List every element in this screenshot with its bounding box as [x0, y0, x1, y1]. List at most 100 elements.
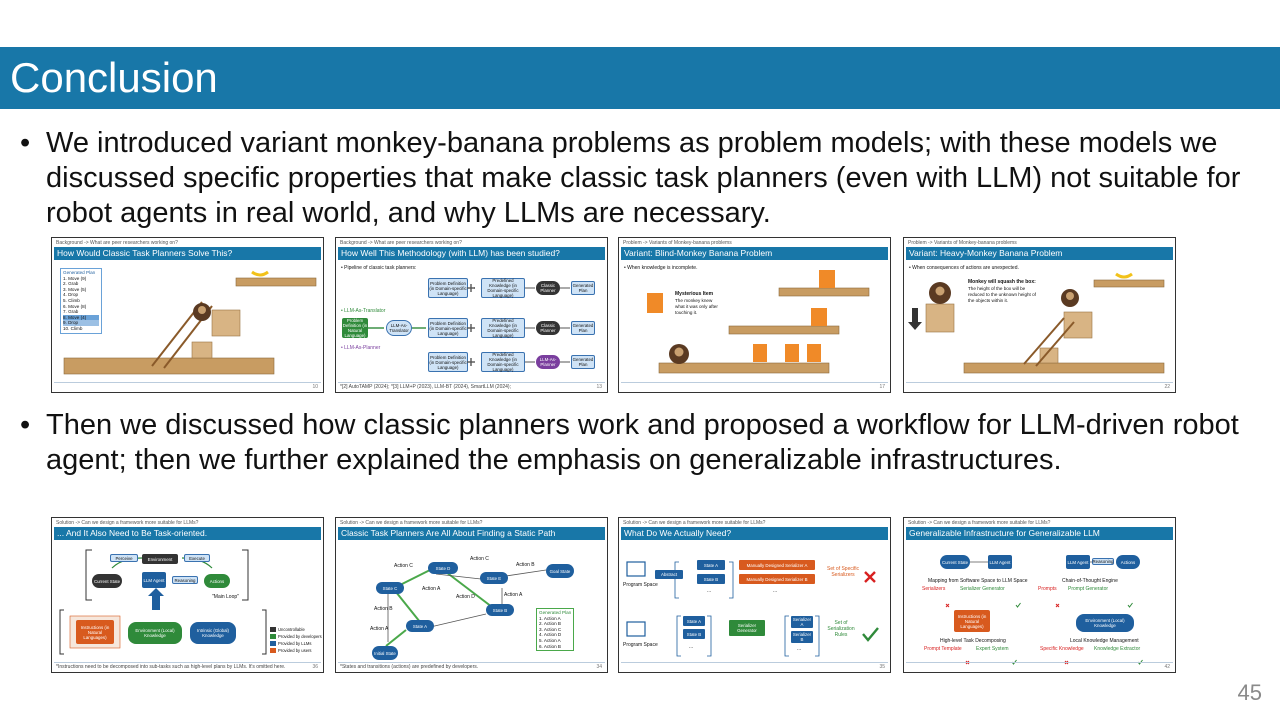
thumb-page-number: 17 [879, 384, 885, 390]
environment-knowledge-node: Environment (Local) Knowledge [128, 622, 182, 644]
state-c-node: State C [376, 582, 404, 594]
knowledge-extractor-label: Knowledge Extractor [1094, 646, 1141, 652]
thumb-page-number: 22 [1164, 384, 1170, 390]
serializer-generator-label: Serializer Generator [960, 586, 1005, 592]
slide-thumbnail-blind-monkey[interactable]: Problem -> Variants of Monkey-banana pro… [618, 237, 891, 393]
thumb-page-number: 35 [879, 664, 885, 670]
main-loop-label: "Main Loop" [212, 594, 239, 600]
serializer-generator-box: Serializer Generator [729, 620, 765, 636]
callout-title: Monkey will squash the box: [968, 279, 1036, 285]
title-bar: Conclusion [0, 47, 1280, 109]
generated-plan-list: Generated Plan 1. Action A 2. Action B 3… [536, 608, 574, 652]
generated-plan-list: Generated Plan 1. Move (9) 2. Grab 3. Mo… [60, 268, 102, 334]
state-e-node: State E [480, 572, 508, 584]
callout-text: The monkey knew what it was only after t… [675, 298, 718, 315]
plan-step: 6. Action B [539, 643, 561, 649]
thumb-divider [338, 382, 605, 383]
serializer-b-box: Manually Designed Serializer B [739, 574, 815, 584]
execute-edge: Execute [184, 554, 210, 562]
program-space-label: Program Space [623, 642, 658, 648]
mapping-label: Mapping from Software Space to LLM Space [928, 578, 1028, 584]
prompt-template-label: Prompt Template [924, 646, 962, 652]
blind-monkey-illustration [647, 270, 870, 374]
initial-state-node: Initial State [372, 646, 398, 660]
knowledge-management-label: Local Knowledge Management [1070, 638, 1139, 644]
ellipsis: ... [707, 588, 712, 594]
legend-item: Provided by developers [278, 634, 322, 639]
plan-step: 10. Climb [63, 325, 83, 331]
actions-node: Actions [1116, 555, 1140, 569]
slide-thumbnail-heavy-monkey[interactable]: Problem -> Variants of Monkey-banana pro… [903, 237, 1176, 393]
state-b-node: State B [486, 604, 514, 616]
action-label: Action A [370, 626, 389, 632]
instructions-node: Instructions (in Natural Languages) [954, 610, 990, 632]
pipeline-arrows [368, 284, 570, 366]
goal-state-node: Goal State [546, 564, 574, 578]
action-label: Action A [422, 586, 441, 592]
legend-item: Provided by users [278, 648, 312, 653]
state-a-box: State A [697, 560, 725, 570]
environment-knowledge-node: Environment (Local) Knowledge [1076, 614, 1134, 632]
llm-agent-node: LLM Agent [988, 555, 1012, 569]
thumb-divider [621, 382, 888, 383]
thumb-footnote: *Instructions need to be decomposed into… [56, 664, 286, 670]
slide-number: 45 [1237, 680, 1262, 705]
serializer-diagram [626, 561, 879, 657]
llm-agent-node: LLM Agent [1066, 555, 1090, 569]
state-a-box: State A [683, 616, 705, 626]
slide-thumbnail-generalizable-infrastructure[interactable]: Solution -> Can we design a framework mo… [903, 517, 1176, 673]
plan-heading: Generated Plan [539, 610, 572, 615]
slide-title: Conclusion [10, 54, 218, 101]
serializer-a-box: Serializer A [791, 616, 813, 628]
plan-heading: Generated Plan [63, 270, 96, 275]
reasoning-edge: Reasoning [1092, 558, 1114, 565]
llm-agent-node: LLM Agent [142, 572, 166, 588]
current-state-node: Current State [940, 555, 970, 569]
thumb-divider [906, 382, 1173, 383]
bullet-2: • Then we discussed how classic planners… [20, 408, 1260, 478]
action-label: Action C [470, 556, 489, 562]
action-label: Action C [394, 563, 413, 569]
actions-node: Actions [204, 574, 230, 588]
slide-thumbnail-static-path[interactable]: Solution -> Can we design a framework mo… [335, 517, 608, 673]
thumb-page-number: 36 [312, 664, 318, 670]
task-decomposing-label: High-level Task Decomposing [940, 638, 1006, 644]
callout-text: The height of the box will be reduced to… [968, 286, 1036, 303]
state-d-node: State D [428, 562, 458, 574]
slide-thumbnail-what-we-need[interactable]: Solution -> Can we design a framework mo… [618, 517, 891, 673]
slide-thumbnail-classic-planners[interactable]: Background -> What are peer researchers … [51, 237, 324, 393]
thumb-page-number: 13 [596, 384, 602, 390]
legend-item: Provided by LLMs [278, 641, 312, 646]
thumb-divider [54, 382, 321, 383]
bullet-2-text: Then we discussed how classic planners w… [46, 409, 1239, 476]
program-space-label: Program Space [623, 582, 658, 588]
ellipsis: ... [797, 646, 802, 652]
thumb-divider [338, 662, 605, 663]
bullet-1-text: We introduced variant monkey-banana prob… [46, 127, 1241, 229]
state-b-box: State B [683, 629, 705, 639]
perceive-edge: Perceive [110, 554, 138, 562]
slide-thumbnail-task-oriented[interactable]: Solution -> Can we design a framework mo… [51, 517, 324, 673]
callout-title: Mysterious Item [675, 291, 714, 297]
specific-serializers-label: Set of Specific Serializers [827, 566, 859, 578]
action-label: Action B [516, 562, 535, 568]
action-label: Action B [374, 606, 393, 612]
serialization-rules-label: Set of Serialization Rules [827, 620, 855, 638]
slide-thumbnail-methodology[interactable]: Background -> What are peer researchers … [335, 237, 608, 393]
state-b-box: State B [697, 574, 725, 584]
prompts-label: Prompts [1038, 586, 1057, 592]
ellipsis: ... [773, 588, 778, 594]
abstract-box: Abstract [655, 570, 683, 579]
action-label: Action A [504, 592, 523, 598]
bullet-dot: • [20, 409, 31, 441]
heavy-monkey-illustration [908, 272, 1165, 374]
action-label: Action D [456, 594, 475, 600]
thumb-divider [906, 662, 1173, 663]
thumb-footnote: *[2] AutoTAMP (2024); *[3] LLM+P (2023),… [340, 384, 511, 390]
specific-knowledge-label: Specific Knowledge [1040, 646, 1084, 652]
thumb-page-number: 34 [596, 664, 602, 670]
state-a-node: State A [406, 620, 434, 632]
legend-item: Uncontrollable [278, 627, 305, 632]
cot-engine-label: Chain-of-Thought Engine [1062, 578, 1118, 584]
instructions-node: Instructions (in Natural Languages) [76, 620, 114, 644]
